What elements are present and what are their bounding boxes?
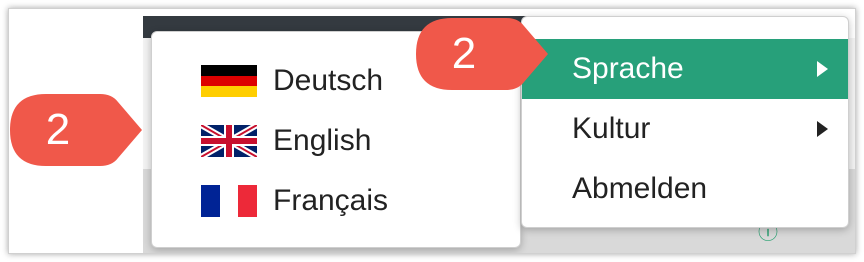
step-callout-right: 2 [414, 16, 554, 92]
chevron-right-icon [817, 61, 828, 77]
language-label: Deutsch [273, 64, 384, 97]
callout-number: 2 [451, 29, 477, 78]
menu-item-sprache[interactable]: Sprache [522, 39, 848, 99]
user-dropdown-menu: Sprache Kultur Abmelden [521, 16, 849, 228]
language-item-francais[interactable]: Français [152, 172, 520, 230]
menu-item-label: Abmelden [572, 172, 708, 205]
menu-item-label: Sprache [572, 52, 684, 85]
flag-france-icon [201, 185, 257, 217]
flag-germany-icon [201, 65, 257, 97]
flag-uk-icon [201, 125, 257, 157]
step-callout-left: 2 [8, 92, 148, 168]
language-label: English [273, 124, 372, 157]
chevron-right-icon [817, 121, 828, 137]
menu-item-kultur[interactable]: Kultur [522, 99, 848, 159]
callout-number: 2 [45, 105, 71, 154]
menu-item-abmelden[interactable]: Abmelden [522, 159, 848, 219]
menu-item-label: Kultur [572, 112, 651, 145]
language-item-english[interactable]: English [152, 112, 520, 170]
language-label: Français [273, 184, 389, 217]
